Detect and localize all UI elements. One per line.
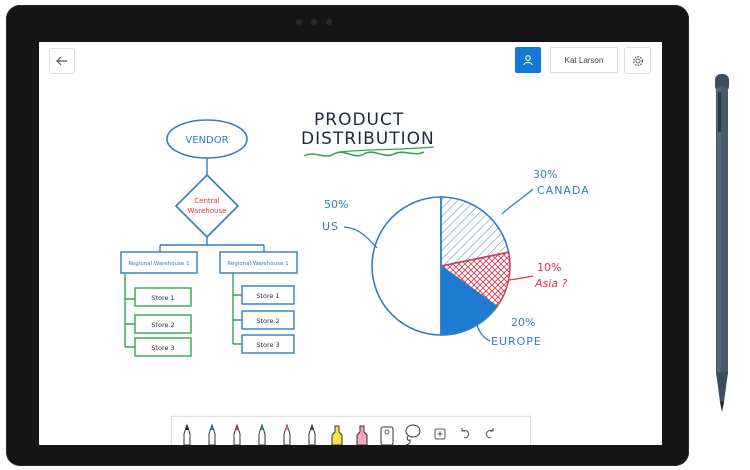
board-title: PRODUCT DISTRIBUTION — [301, 110, 435, 157]
canada-label: CANADA — [537, 184, 590, 197]
pen-green-icon[interactable] — [252, 421, 272, 445]
europe-percent-label: 20% — [511, 316, 535, 329]
asia-label: Asia ? — [534, 277, 568, 290]
title-underline-squiggle — [303, 151, 425, 157]
pen-black-icon[interactable] — [177, 421, 197, 445]
eraser-icon[interactable] — [377, 421, 397, 445]
flowchart: VENDOR Central Warehouse Regional Wareho… — [120, 119, 298, 357]
central-label-line-1: Central — [194, 197, 220, 205]
tablet-device: Kat Larson PRODUCT DISTRIBUTION VENDOR C… — [6, 5, 689, 466]
camera-dot — [326, 19, 332, 25]
europe-label: EUROPE — [491, 335, 542, 348]
asia-percent-label: 10% — [537, 261, 561, 274]
pen-navy-icon[interactable] — [302, 421, 322, 445]
pie-slice-us — [371, 196, 442, 336]
pen-pink-icon[interactable] — [277, 421, 297, 445]
us-percent-label: 50% — [324, 198, 348, 211]
central-warehouse-node — [174, 173, 240, 239]
stylus-pen — [715, 74, 729, 412]
camera-dot — [296, 19, 302, 25]
whiteboard-canvas[interactable]: PRODUCT DISTRIBUTION VENDOR Central Ware… — [39, 42, 662, 445]
pie-chart — [371, 196, 511, 336]
store-label: Store 1 — [151, 294, 174, 302]
store-label: Store 3 — [256, 341, 279, 349]
lasso-icon[interactable] — [402, 421, 422, 445]
regional-right-label: Regional Warehouse 1 — [227, 261, 288, 267]
add-icon[interactable] — [430, 421, 450, 445]
whiteboard-screen: Kat Larson PRODUCT DISTRIBUTION VENDOR C… — [39, 42, 662, 445]
store-label: Store 2 — [256, 317, 279, 325]
undo-icon[interactable] — [455, 421, 475, 445]
camera-dot — [311, 19, 317, 25]
title-line-1: PRODUCT — [314, 110, 404, 130]
pen-blue-icon[interactable] — [202, 421, 222, 445]
highlighter-yellow-icon[interactable] — [327, 421, 347, 445]
central-label-line-2: Warehouse — [188, 207, 227, 215]
store-label: Store 2 — [151, 321, 174, 329]
title-line-2: DISTRIBUTION — [301, 129, 435, 149]
vendor-label: VENDOR — [185, 135, 228, 146]
regional-left-label: Regional Warehouse 1 — [128, 261, 189, 267]
pen-red-icon[interactable] — [227, 421, 247, 445]
highlighter-pink-icon[interactable] — [352, 421, 372, 445]
redo-icon[interactable] — [480, 421, 500, 445]
store-label: Store 1 — [256, 292, 279, 300]
us-label: US — [322, 220, 339, 233]
store-label: Store 3 — [151, 344, 174, 352]
canada-percent-label: 30% — [533, 168, 557, 181]
ink-toolbar — [171, 416, 531, 445]
